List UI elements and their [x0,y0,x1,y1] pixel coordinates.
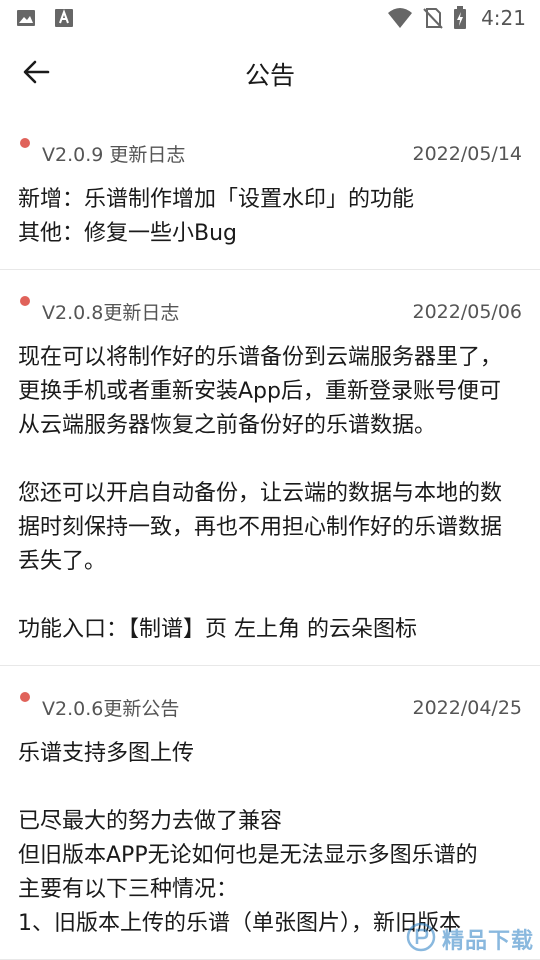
notice-line: 其他：修复一些小Bug [18,221,238,246]
watermark: 精品下载 [406,922,534,956]
unread-dot-icon [20,692,30,702]
notice-line: 但旧版本APP无论如何也是无法显示多图乐谱的 [18,843,478,868]
unread-dot-icon [20,296,30,306]
notice-line: 主要有以下三种情况： [18,877,239,902]
notice-header: V2.0.9 更新日志 2022/05/14 [18,138,522,167]
notice-body: 乐谱支持多图上传 ​ 已尽最大的努力去做了兼容 但旧版本APP无论如何也是无法显… [18,737,522,941]
battery-charging-icon [453,6,467,30]
notice-line: ​ [18,771,522,805]
notice-line: 新增：乐谱制作增加「设置水印」的功能 [18,187,415,212]
notice-line: 您还可以开启自动备份，让云端的数据与本地的数据时刻保持一致，再也不用担心制作好的… [18,481,503,574]
notice-date: 2022/05/06 [412,300,522,323]
notice-line: ​ [18,443,522,477]
arrow-left-icon [22,58,50,90]
watermark-logo-icon [406,922,436,956]
notice-line: ​ [18,579,522,613]
notice-item-v208[interactable]: V2.0.8更新日志 2022/05/06 现在可以将制作好的乐谱备份到云端服务… [0,270,540,666]
notice-line: 现在可以将制作好的乐谱备份到云端服务器里了，更换手机或者重新安装App后，重新登… [18,345,503,438]
notice-line: 已尽最大的努力去做了兼容 [18,809,283,834]
a-icon [54,8,74,28]
notice-date: 2022/04/25 [412,696,522,719]
status-bar: 4:21 [0,0,540,36]
notice-item-v209[interactable]: V2.0.9 更新日志 2022/05/14 新增：乐谱制作增加「设置水印」的功… [0,112,540,270]
clock: 4:21 [481,6,526,30]
notice-list: V2.0.9 更新日志 2022/05/14 新增：乐谱制作增加「设置水印」的功… [0,112,540,960]
notice-title: V2.0.8更新日志 [42,302,180,324]
no-sim-icon [423,7,443,29]
notice-title: V2.0.9 更新日志 [42,144,186,166]
app-bar: 公告 [0,36,540,112]
notice-title: V2.0.6更新公告 [42,698,180,720]
notice-header: V2.0.8更新日志 2022/05/06 [18,296,522,325]
notice-line: 乐谱支持多图上传 [18,741,195,766]
notice-line: 功能入口：【制谱】页 左上角 的云朵图标 [18,617,417,642]
back-button[interactable] [14,54,58,94]
wifi-icon [387,7,413,29]
image-icon [16,8,36,28]
notice-body: 新增：乐谱制作增加「设置水印」的功能 其他：修复一些小Bug [18,183,522,251]
notice-date: 2022/05/14 [412,142,522,165]
unread-dot-icon [20,138,30,148]
watermark-text: 精品下载 [441,929,534,954]
notice-body: 现在可以将制作好的乐谱备份到云端服务器里了，更换手机或者重新安装App后，重新登… [18,341,522,647]
notice-header: V2.0.6更新公告 2022/04/25 [18,692,522,721]
notice-item-v206[interactable]: V2.0.6更新公告 2022/04/25 乐谱支持多图上传 ​ 已尽最大的努力… [0,666,540,960]
page-title: 公告 [244,61,295,90]
